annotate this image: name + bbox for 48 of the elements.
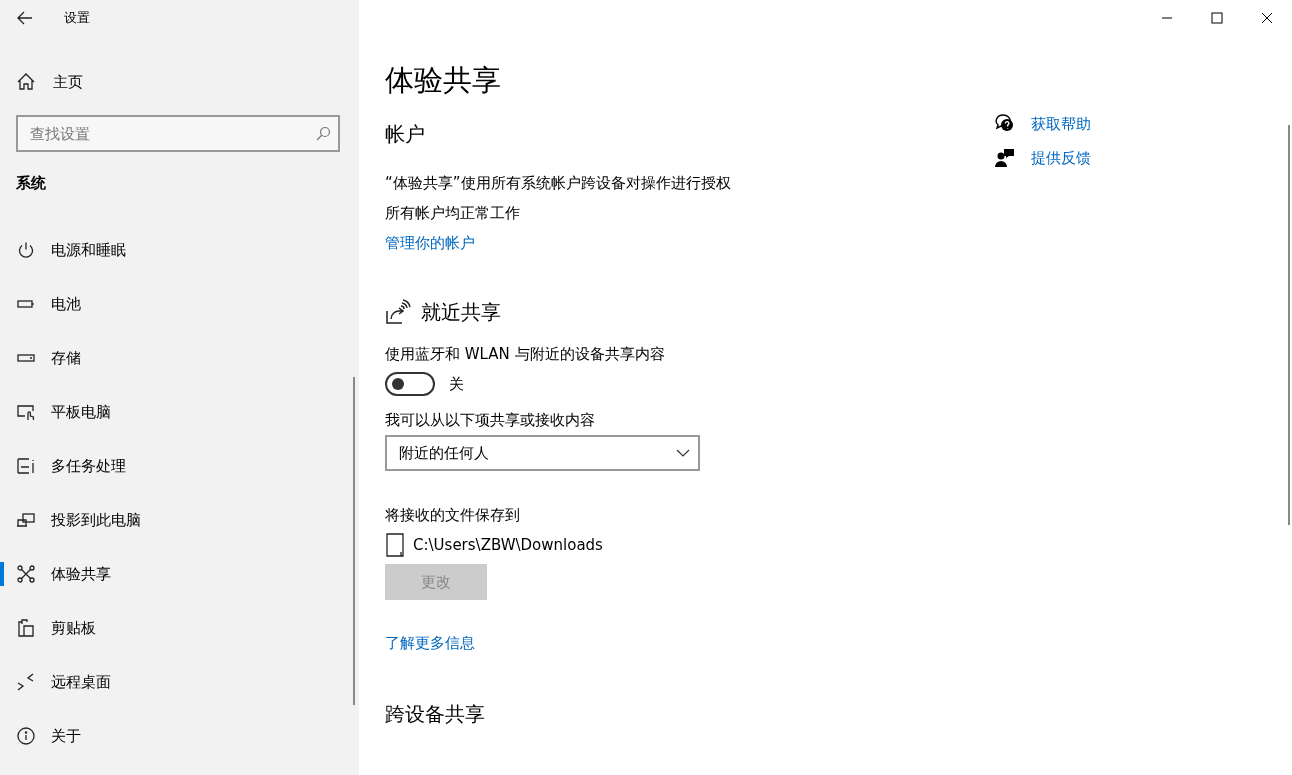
description-text: 使用蓝牙和 WLAN 与附近的设备共享内容 xyxy=(385,344,666,365)
tablet-icon xyxy=(17,403,35,421)
toggle-switch[interactable] xyxy=(385,372,435,396)
window-title: 设置 xyxy=(64,9,90,27)
drive-icon xyxy=(385,533,405,557)
sidebar-item[interactable]: 关于 xyxy=(0,709,359,763)
sidebar-item[interactable]: 电池 xyxy=(0,277,359,331)
home-icon xyxy=(17,73,35,91)
multitask-icon xyxy=(17,457,35,475)
field-label: 将接收的文件保存到 xyxy=(385,505,521,526)
home-nav-item[interactable]: 主页 xyxy=(0,64,359,100)
close-icon xyxy=(1261,12,1273,24)
learn-more-link[interactable]: 了解更多信息 xyxy=(385,628,475,658)
power-icon xyxy=(17,241,35,259)
person-chat-icon xyxy=(995,148,1015,168)
nearby-share-icon xyxy=(385,299,411,325)
section-heading: 跨设备共享 xyxy=(385,701,485,728)
related-link[interactable]: 提供反馈 xyxy=(1031,146,1091,170)
sidebar-item[interactable]: 电源和睡眠 xyxy=(0,223,359,277)
sidebar-item[interactable]: 平板电脑 xyxy=(0,385,359,439)
sidebar-item[interactable]: 存储 xyxy=(0,331,359,385)
sidebar-item[interactable]: 体验共享 xyxy=(0,547,359,601)
clipboard-icon xyxy=(17,619,35,637)
related-link[interactable]: 获取帮助 xyxy=(1031,112,1091,136)
folder-path: C:\Users\ZBW\Downloads xyxy=(413,535,603,556)
share-icon xyxy=(17,565,35,583)
sidebar-item[interactable]: 剪贴板 xyxy=(0,601,359,655)
info-icon xyxy=(17,727,35,745)
chat-question-icon xyxy=(995,114,1015,134)
search-icon xyxy=(316,126,331,141)
maximize-icon xyxy=(1211,12,1223,24)
chevron-down-icon xyxy=(676,449,690,457)
description-text: “体验共享”使用所有系统帐户跨设备对操作进行授权 xyxy=(385,173,732,194)
share-dropdown[interactable]: 附近的任何人 xyxy=(385,435,700,471)
remote-icon xyxy=(17,673,35,691)
monitor-icon xyxy=(17,511,35,529)
sidebar-item[interactable]: 远程桌面 xyxy=(0,655,359,709)
sidebar-item[interactable]: 多任务处理 xyxy=(0,439,359,493)
field-label: 我可以从以下项共享或接收内容 xyxy=(385,410,596,431)
section-heading: 帐户 xyxy=(385,121,425,148)
toggle-label: 关 xyxy=(449,374,464,394)
sidebar-item[interactable]: 投影到此电脑 xyxy=(0,493,359,547)
page-title: 体验共享 xyxy=(385,62,501,99)
manage-accounts-link[interactable]: 管理你的帐户 xyxy=(385,228,475,258)
description-text: 所有帐户均正常工作 xyxy=(385,203,521,224)
section-heading: 系统 xyxy=(16,174,47,193)
search-field[interactable]: 查找设置 xyxy=(16,115,340,152)
section-heading: 就近共享 xyxy=(421,299,501,326)
